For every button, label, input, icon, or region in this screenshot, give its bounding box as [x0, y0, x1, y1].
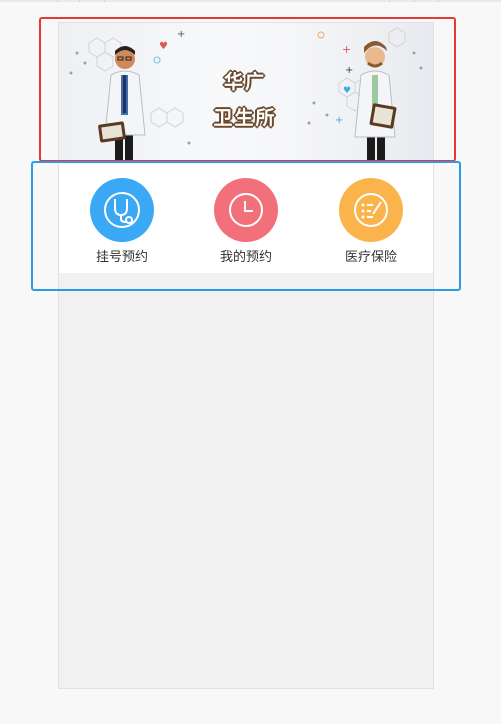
banner-highlight-box	[39, 17, 456, 162]
browser-top-line	[0, 0, 501, 2]
menu-highlight-box	[31, 161, 461, 291]
